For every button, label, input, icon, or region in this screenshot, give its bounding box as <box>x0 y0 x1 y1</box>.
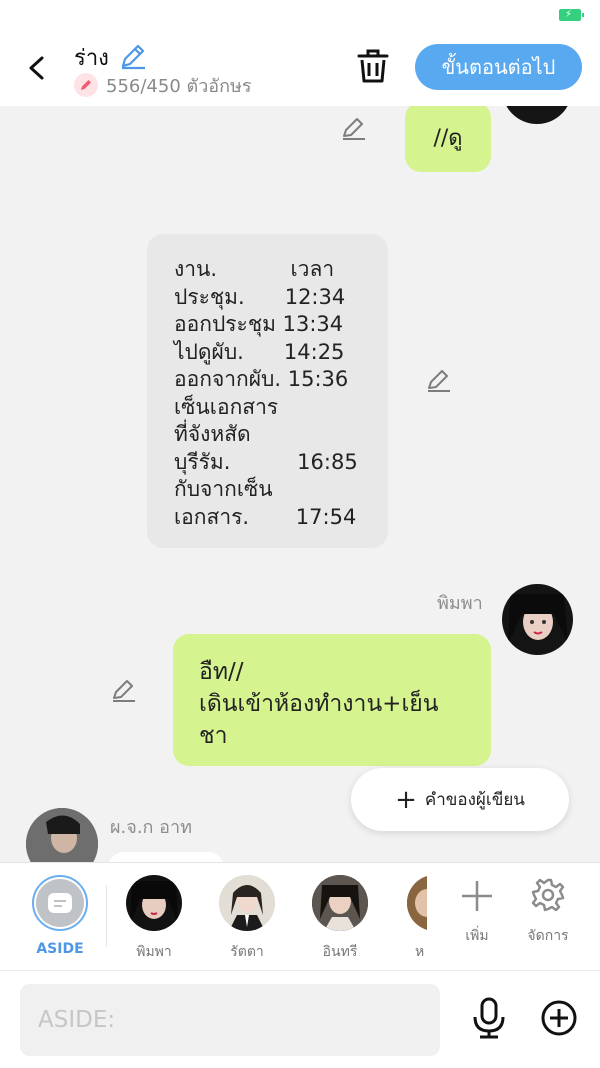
avatar-pimpa-top <box>502 106 572 124</box>
message-text: อืท// เดินเข้าห้องทำงาน+เย็น ชา <box>199 659 439 749</box>
character-name: ห <box>415 944 425 960</box>
author-note-label: คำของผู้เขียน <box>424 790 525 810</box>
message-bubble[interactable]: //ดู <box>405 106 491 172</box>
add-label: เพิ่ม <box>465 928 489 944</box>
narration-text: งาน. เวลา ประชุม. 12:34 ออกประชุม 13:34 … <box>174 257 358 529</box>
avatar-manager[interactable] <box>26 808 98 862</box>
character-name: ASIDE <box>36 941 84 957</box>
character-aside[interactable]: ASIDE <box>24 875 96 957</box>
character-ratta[interactable]: รัตตา <box>211 875 283 963</box>
chat-area[interactable]: //ดู งาน. เวลา ประชุม. 12:34 ออกประชุม 1… <box>0 106 600 862</box>
author-note-button[interactable]: + คำของผู้เขียน <box>351 768 569 831</box>
status-bar: ⚡ <box>0 0 600 34</box>
message-bubble[interactable] <box>108 852 224 862</box>
edit-title-icon[interactable] <box>118 41 148 71</box>
avatar <box>407 875 427 931</box>
aside-icon <box>36 879 84 927</box>
char-count-row: 556/450 ตัวอักษร <box>74 72 252 98</box>
plus-icon: + <box>395 784 417 815</box>
header: ร่าง 556/450 ตัวอักษร ขั้นตอนต่อไป <box>0 34 600 106</box>
battery-icon: ⚡ <box>559 9 584 21</box>
character-partial[interactable]: ห <box>397 875 427 963</box>
message-input[interactable]: ASIDE: <box>20 984 440 1056</box>
message-bubble[interactable]: อืท// เดินเข้าห้องทำงาน+เย็น ชา <box>173 634 491 766</box>
edit-message-icon[interactable] <box>425 366 453 394</box>
pencil-badge-icon <box>74 73 98 97</box>
narration-bubble[interactable]: งาน. เวลา ประชุม. 12:34 ออกประชุม 13:34 … <box>147 234 388 548</box>
edit-message-icon[interactable] <box>340 114 368 142</box>
plus-icon <box>462 881 492 911</box>
sender-name: พิมพา <box>437 593 483 614</box>
character-name: พิมพา <box>136 944 172 960</box>
avatar <box>219 875 275 931</box>
avatar <box>126 875 182 931</box>
page-title: ร่าง <box>74 46 109 71</box>
sender-name: ผ.จ.ก อาท <box>110 817 192 838</box>
input-bar: ASIDE: <box>0 970 600 1068</box>
manage-label: จัดการ <box>527 928 569 944</box>
divider <box>106 885 107 947</box>
character-name: อินทรี <box>322 944 358 960</box>
microphone-icon[interactable] <box>470 997 508 1039</box>
avatar-pimpa[interactable] <box>502 584 573 655</box>
char-count: 556/450 ตัวอักษร <box>106 75 252 97</box>
edit-message-icon[interactable] <box>110 676 138 704</box>
character-pimpa[interactable]: พิมพา <box>118 875 190 963</box>
gear-icon <box>531 878 565 912</box>
message-text: //ดู <box>433 125 463 151</box>
back-arrow-icon[interactable] <box>22 50 52 86</box>
add-media-icon[interactable] <box>540 999 578 1037</box>
character-bar: ASIDE พิมพา รัตตา อินทรี ห เพิ่ม จัดการ <box>0 862 600 971</box>
avatar <box>312 875 368 931</box>
character-intree[interactable]: อินทรี <box>304 875 376 963</box>
manage-button[interactable]: จัดการ <box>518 875 578 947</box>
add-character-button[interactable]: เพิ่ม <box>447 875 507 947</box>
character-name: รัตตา <box>230 944 264 960</box>
trash-icon[interactable] <box>356 48 390 84</box>
next-step-button[interactable]: ขั้นตอนต่อไป <box>415 44 582 90</box>
